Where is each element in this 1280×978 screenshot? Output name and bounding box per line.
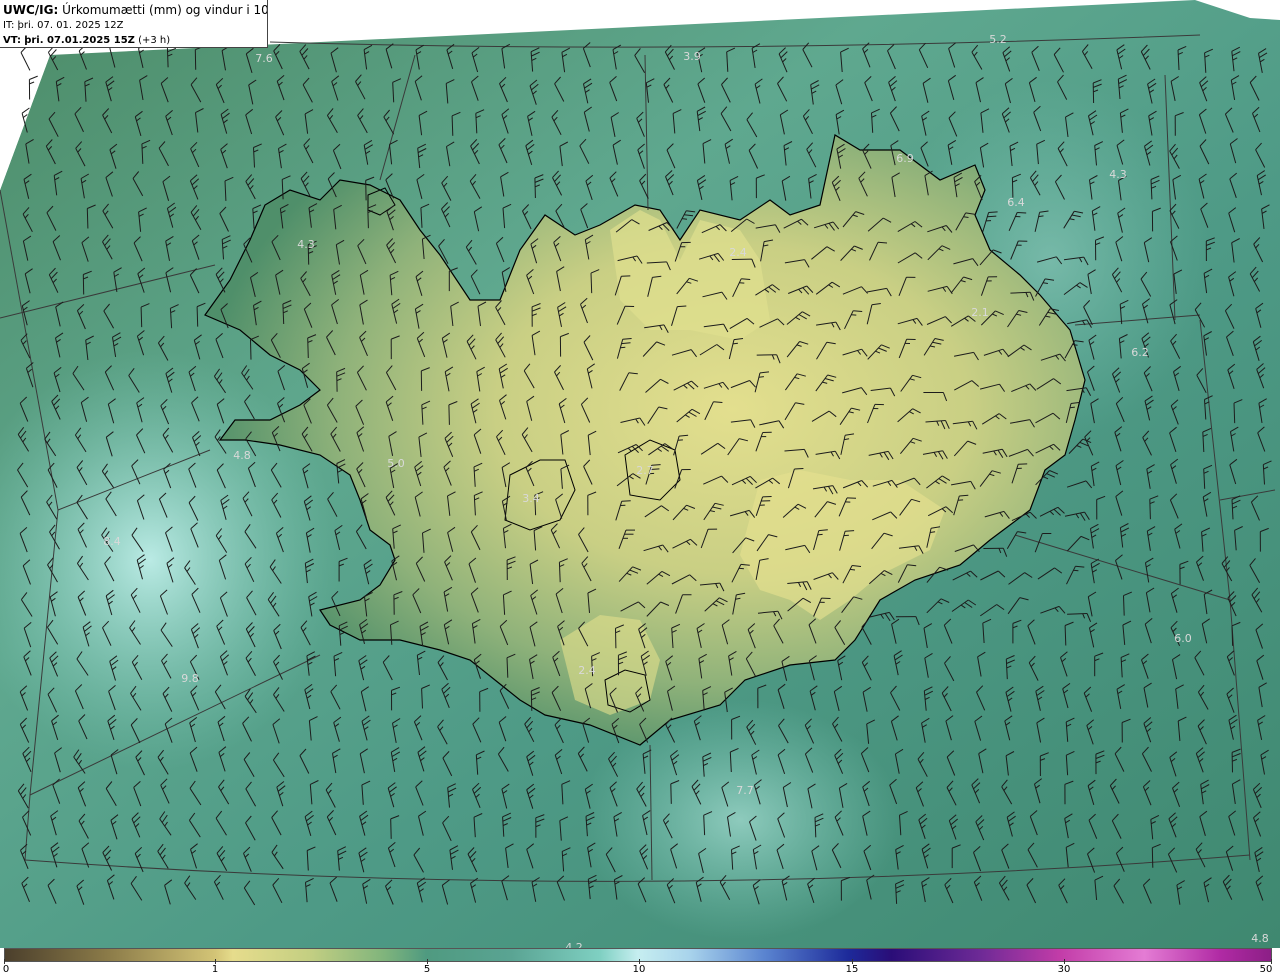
map-title-row: UWC/IG: Úrkomumætti (mm) og vindur i 100…: [3, 2, 267, 18]
value-label: 3.9: [683, 50, 701, 63]
it-value: þri. 07. 01. 2025 12Z: [17, 20, 124, 31]
value-label: 2.1: [971, 306, 989, 319]
vt-offset: (+3 h): [138, 35, 171, 46]
map-title: Úrkomumætti (mm) og vindur i 100m hæð: [62, 3, 268, 17]
value-label: 3.4: [522, 492, 540, 505]
value-label: 4.3: [1109, 168, 1127, 181]
value-label: 9.8: [181, 672, 199, 685]
value-label: 6.9: [896, 152, 914, 165]
value-label: 8.4: [103, 535, 121, 548]
value-label: 6.4: [1007, 196, 1025, 209]
value-label: 2.4: [729, 246, 747, 259]
legend-tick-1: 1: [211, 964, 219, 975]
model-name: UWC/IG:: [3, 3, 59, 17]
value-label: 6.0: [1174, 632, 1192, 645]
value-label: 7.6: [255, 52, 273, 65]
value-label: 4.8: [1251, 932, 1269, 945]
precipitation-map: 7.6 3.9 5.2 6.9 4.3 6.4 4.3 2.4 2.1 6.2 4.8 5.0 2.7 3…: [0, 0, 1280, 948]
it-label: IT:: [3, 20, 15, 31]
value-label: 4.2: [565, 941, 583, 948]
valid-time-row: VT: þri. 07.01.2025 15Z (+3 h): [3, 33, 264, 47]
legend-tick-0: 0: [2, 964, 10, 975]
value-label: 4.3: [297, 238, 315, 251]
value-label: 5.2: [989, 33, 1007, 46]
map-info-box: UWC/IG: Úrkomumætti (mm) og vindur i 100…: [0, 0, 268, 48]
legend-tick-15: 15: [845, 964, 859, 975]
precip-legend: 0 1 5 10 15 30 50: [0, 948, 1280, 978]
value-label: 2.4: [578, 664, 596, 677]
legend-tick-30: 30: [1057, 964, 1071, 975]
legend-tick-10: 10: [632, 964, 646, 975]
vt-value: þri. 07.01.2025 15Z: [24, 35, 135, 46]
value-label: 4.8: [233, 449, 251, 462]
value-label: 2.7: [636, 464, 654, 477]
value-label: 5.0: [387, 457, 405, 470]
legend-tick-50: 50: [1259, 964, 1273, 975]
vt-label: VT:: [3, 35, 22, 46]
value-label: 6.2: [1131, 346, 1149, 359]
value-label: 7.7: [736, 784, 754, 797]
precip-colorbar: [4, 948, 1272, 962]
legend-tick-5: 5: [423, 964, 431, 975]
initial-time-row: IT: þri. 07. 01. 2025 12Z: [3, 18, 264, 33]
